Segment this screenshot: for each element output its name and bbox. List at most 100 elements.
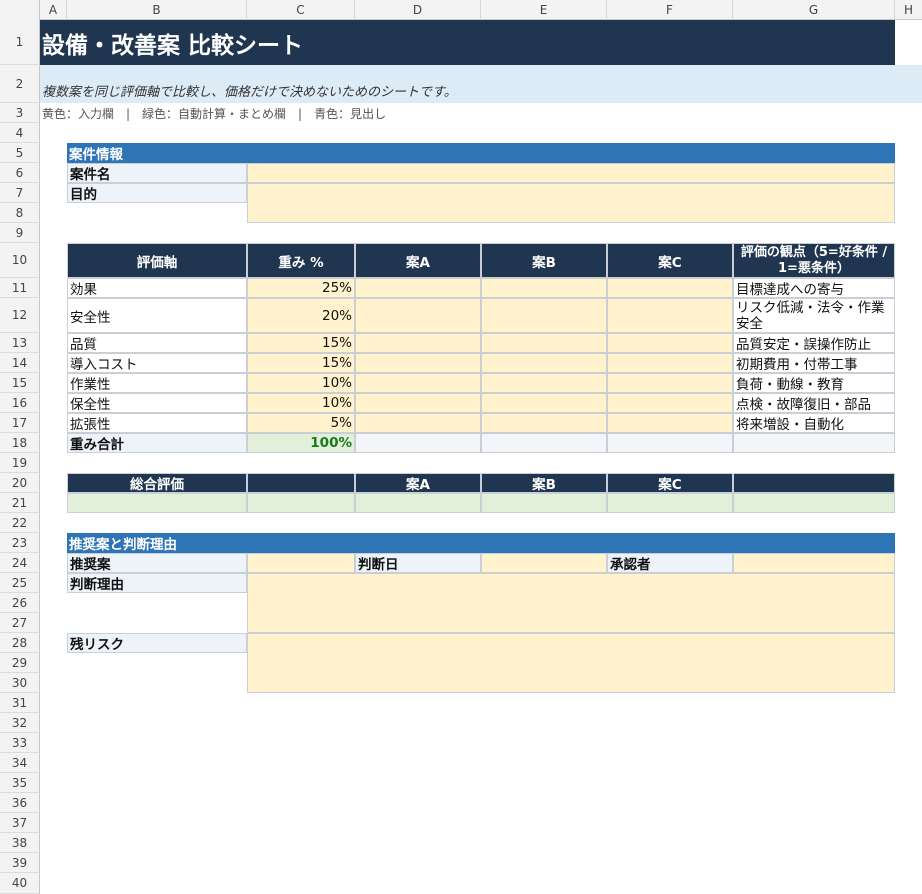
row-header[interactable]: 10 bbox=[0, 243, 40, 278]
row-header[interactable]: 18 bbox=[0, 433, 40, 453]
row-header[interactable]: 30 bbox=[0, 673, 40, 693]
row-header[interactable]: 15 bbox=[0, 373, 40, 393]
row-header[interactable]: 31 bbox=[0, 693, 40, 713]
plan-a-score-input[interactable] bbox=[355, 353, 481, 373]
weight-total-label[interactable]: 重み合計 bbox=[67, 433, 247, 453]
plan-a-header[interactable]: 案A bbox=[355, 243, 481, 278]
row-header[interactable]: 34 bbox=[0, 753, 40, 773]
weight-input[interactable]: 15% bbox=[247, 333, 355, 353]
row-header[interactable]: 32 bbox=[0, 713, 40, 733]
weight-total-value[interactable]: 100% bbox=[247, 433, 355, 453]
row-header[interactable]: 9 bbox=[0, 223, 40, 243]
case-name-label[interactable]: 案件名 bbox=[67, 163, 247, 183]
viewpoint-cell[interactable]: 初期費用・付帯工事 bbox=[733, 353, 895, 373]
plan-c-score-input[interactable] bbox=[607, 393, 733, 413]
color-legend[interactable]: 黄色：入力欄 | 緑色：自動計算・まとめ欄 | 青色：見出し bbox=[40, 103, 922, 123]
recommended-plan-label[interactable]: 推奨案 bbox=[67, 553, 247, 573]
row-header[interactable]: 16 bbox=[0, 393, 40, 413]
plan-a-score-input[interactable] bbox=[355, 278, 481, 298]
column-header-h[interactable]: H bbox=[895, 0, 922, 20]
row-header[interactable]: 26 bbox=[0, 593, 40, 613]
row-header[interactable]: 37 bbox=[0, 813, 40, 833]
overall-plan-b-header[interactable]: 案B bbox=[481, 473, 607, 493]
plan-b-header[interactable]: 案B bbox=[481, 243, 607, 278]
sheet-title[interactable]: 設備・改善案 比較シート bbox=[40, 20, 895, 65]
row-header[interactable]: 12 bbox=[0, 298, 40, 333]
row-header[interactable]: 22 bbox=[0, 513, 40, 533]
plan-b-score-input[interactable] bbox=[481, 298, 607, 333]
weight-input[interactable]: 10% bbox=[247, 393, 355, 413]
viewpoint-header[interactable]: 評価の観点（5=好条件 / 1=悪条件） bbox=[733, 243, 895, 278]
total-row-cell[interactable] bbox=[355, 433, 481, 453]
overall-header-blank[interactable] bbox=[733, 473, 895, 493]
row-header[interactable]: 3 bbox=[0, 103, 40, 123]
plan-a-score-input[interactable] bbox=[355, 393, 481, 413]
row-header[interactable]: 27 bbox=[0, 613, 40, 633]
overall-result-cell[interactable] bbox=[247, 493, 355, 513]
row-header[interactable]: 8 bbox=[0, 203, 40, 223]
plan-b-score-input[interactable] bbox=[481, 353, 607, 373]
plan-a-score-input[interactable] bbox=[355, 333, 481, 353]
row-header[interactable]: 38 bbox=[0, 833, 40, 853]
purpose-label[interactable]: 目的 bbox=[67, 183, 247, 203]
overall-plan-b-score[interactable] bbox=[481, 493, 607, 513]
decision-date-label[interactable]: 判断日 bbox=[355, 553, 481, 573]
weight-input[interactable]: 10% bbox=[247, 373, 355, 393]
plan-c-score-input[interactable] bbox=[607, 278, 733, 298]
viewpoint-cell[interactable]: 点検・故障復旧・部品 bbox=[733, 393, 895, 413]
criteria-axis-cell[interactable]: 安全性 bbox=[67, 298, 247, 333]
row-header[interactable]: 11 bbox=[0, 278, 40, 298]
row-header[interactable]: 14 bbox=[0, 353, 40, 373]
plan-c-score-input[interactable] bbox=[607, 413, 733, 433]
viewpoint-cell[interactable]: 目標達成への寄与 bbox=[733, 278, 895, 298]
remaining-risk-label[interactable]: 残リスク bbox=[67, 633, 247, 653]
overall-header[interactable]: 総合評価 bbox=[67, 473, 247, 493]
row-header[interactable]: 17 bbox=[0, 413, 40, 433]
approver-input[interactable] bbox=[733, 553, 895, 573]
plan-c-score-input[interactable] bbox=[607, 333, 733, 353]
criteria-axis-cell[interactable]: 拡張性 bbox=[67, 413, 247, 433]
viewpoint-cell[interactable]: 負荷・動線・教育 bbox=[733, 373, 895, 393]
sheet-subtitle[interactable]: 複数案を同じ評価軸で比較し、価格だけで決めないためのシートです。 bbox=[40, 65, 922, 103]
recommended-plan-input[interactable] bbox=[247, 553, 355, 573]
plan-b-score-input[interactable] bbox=[481, 333, 607, 353]
viewpoint-cell[interactable]: リスク低減・法令・作業安全 bbox=[733, 298, 895, 333]
case-info-header[interactable]: 案件情報 bbox=[67, 143, 895, 163]
criteria-axis-cell[interactable]: 導入コスト bbox=[67, 353, 247, 373]
row-header[interactable]: 24 bbox=[0, 553, 40, 573]
plan-c-header[interactable]: 案C bbox=[607, 243, 733, 278]
overall-result-cell[interactable] bbox=[733, 493, 895, 513]
column-header-b[interactable]: B bbox=[67, 0, 247, 20]
row-header[interactable]: 28 bbox=[0, 633, 40, 653]
weight-input[interactable]: 5% bbox=[247, 413, 355, 433]
purpose-input[interactable] bbox=[247, 183, 895, 223]
viewpoint-cell[interactable]: 将来増設・自動化 bbox=[733, 413, 895, 433]
overall-plan-c-header[interactable]: 案C bbox=[607, 473, 733, 493]
row-header[interactable]: 7 bbox=[0, 183, 40, 203]
plan-c-score-input[interactable] bbox=[607, 353, 733, 373]
approver-label[interactable]: 承認者 bbox=[607, 553, 733, 573]
row-header[interactable]: 2 bbox=[0, 65, 40, 103]
row-header[interactable]: 35 bbox=[0, 773, 40, 793]
row-header[interactable]: 40 bbox=[0, 873, 40, 894]
row-header[interactable]: 19 bbox=[0, 453, 40, 473]
total-row-cell[interactable] bbox=[481, 433, 607, 453]
criteria-axis-cell[interactable]: 品質 bbox=[67, 333, 247, 353]
column-header-g[interactable]: G bbox=[733, 0, 895, 20]
row-header[interactable]: 29 bbox=[0, 653, 40, 673]
decision-reason-label[interactable]: 判断理由 bbox=[67, 573, 247, 593]
overall-header-blank[interactable] bbox=[247, 473, 355, 493]
overall-plan-a-header[interactable]: 案A bbox=[355, 473, 481, 493]
weight-input[interactable]: 15% bbox=[247, 353, 355, 373]
row-header[interactable]: 6 bbox=[0, 163, 40, 183]
row-header[interactable]: 23 bbox=[0, 533, 40, 553]
plan-b-score-input[interactable] bbox=[481, 373, 607, 393]
criteria-axis-header[interactable]: 評価軸 bbox=[67, 243, 247, 278]
criteria-axis-cell[interactable]: 作業性 bbox=[67, 373, 247, 393]
remaining-risk-input[interactable] bbox=[247, 633, 895, 693]
total-row-cell[interactable] bbox=[733, 433, 895, 453]
overall-plan-c-score[interactable] bbox=[607, 493, 733, 513]
decision-date-input[interactable] bbox=[481, 553, 607, 573]
viewpoint-cell[interactable]: 品質安定・誤操作防止 bbox=[733, 333, 895, 353]
column-header-d[interactable]: D bbox=[355, 0, 481, 20]
